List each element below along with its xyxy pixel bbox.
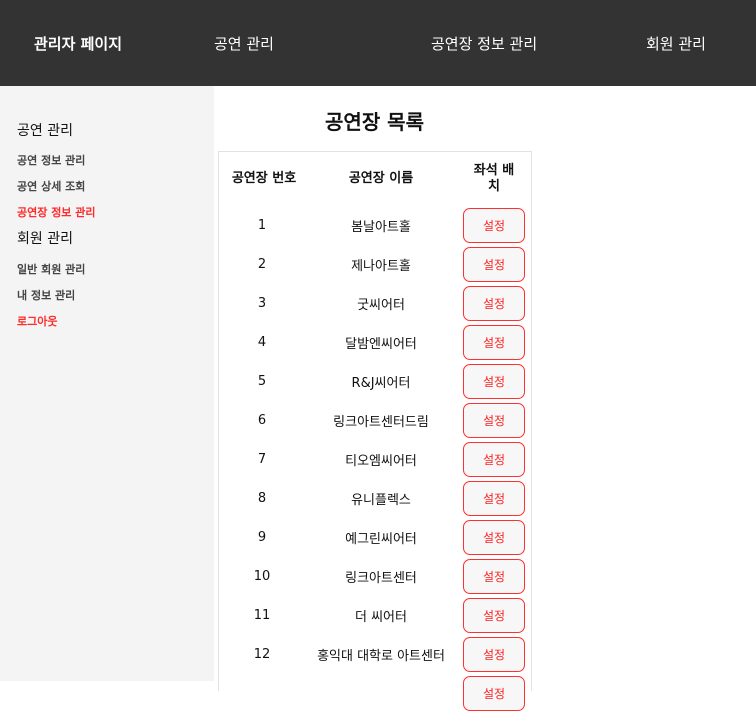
venue-name: 티오엠씨어터 (345, 454, 417, 469)
nav-venue[interactable]: 공연장 정보 관리 (431, 33, 537, 54)
venue-name: 유니플렉스 (351, 493, 411, 508)
venue-name: 예그린씨어터 (345, 532, 417, 547)
table-row: 6 링크아트센터드림 설정 (219, 401, 531, 440)
table-row: 7 티오엠씨어터 설정 (219, 440, 531, 479)
venue-name: 제나아트홀 (351, 259, 411, 274)
venue-number: 8 (257, 491, 267, 506)
sidebar: 공연 관리 공연 정보 관리 공연 상세 조회 공연장 정보 관리 회원 관리 … (0, 86, 214, 681)
sidebar-section-performance: 공연 관리 (17, 123, 73, 139)
venue-number: 5 (257, 374, 267, 389)
table-row: 11 더 씨어터 설정 (219, 596, 531, 635)
sidebar-item-performance-detail[interactable]: 공연 상세 조회 (17, 178, 85, 194)
venue-number: 7 (257, 452, 267, 467)
venue-name: 링크아트센터 (345, 571, 417, 586)
table-row: 8 유니플렉스 설정 (219, 479, 531, 518)
seat-setting-button[interactable]: 설정 (463, 481, 525, 516)
venue-number: 4 (257, 335, 267, 350)
sidebar-item-my-info[interactable]: 내 정보 관리 (17, 287, 75, 303)
seat-setting-button[interactable]: 설정 (463, 208, 525, 243)
seat-setting-button[interactable]: 설정 (463, 403, 525, 438)
sidebar-item-members[interactable]: 일반 회원 관리 (17, 261, 85, 277)
top-nav: 관리자 페이지 공연 관리 공연장 정보 관리 회원 관리 (0, 0, 756, 86)
venue-name: 달밤엔씨어터 (345, 337, 417, 352)
sidebar-section-member: 회원 관리 (17, 231, 73, 247)
venue-table: 공연장 번호 공연장 이름 좌석 배치 1 봄날아트홀 설정 2 제나아트홀 설정… (218, 151, 532, 711)
table-row: 10 링크아트센터 설정 (219, 557, 531, 596)
nav-performance[interactable]: 공연 관리 (214, 33, 274, 54)
sidebar-item-logout[interactable]: 로그아웃 (17, 313, 57, 329)
table-row: 12 홍익대 대학로 아트센터 설정 (219, 635, 531, 674)
sidebar-item-venue-info[interactable]: 공연장 정보 관리 (17, 204, 96, 220)
seat-setting-button[interactable]: 설정 (463, 442, 525, 477)
seat-setting-button[interactable]: 설정 (463, 364, 525, 399)
table-row: 5 R&J씨어터 설정 (219, 362, 531, 401)
table-row: 9 예그린씨어터 설정 (219, 518, 531, 557)
venue-number: 2 (257, 257, 267, 272)
venue-name: 굿씨어터 (357, 298, 405, 313)
table-row: 2 제나아트홀 설정 (219, 245, 531, 284)
seat-setting-button[interactable]: 설정 (463, 520, 525, 555)
venue-number: 12 (253, 647, 271, 662)
venue-name: 더 씨어터 (355, 610, 407, 625)
column-header-number: 공연장 번호 (231, 171, 297, 186)
venue-name: 봄날아트홀 (351, 220, 411, 235)
venue-name: R&J씨어터 (351, 376, 411, 391)
table-row: 설정 (219, 674, 531, 713)
table-row: 4 달밤엔씨어터 설정 (219, 323, 531, 362)
venue-name: 링크아트센터드림 (333, 415, 429, 430)
venue-number: 3 (257, 296, 267, 311)
sidebar-item-performance-info[interactable]: 공연 정보 관리 (17, 152, 85, 168)
column-header-name: 공연장 이름 (348, 171, 414, 186)
seat-setting-button[interactable]: 설정 (463, 637, 525, 672)
seat-setting-button[interactable]: 설정 (463, 325, 525, 360)
table-row: 3 굿씨어터 설정 (219, 284, 531, 323)
venue-number: 11 (253, 608, 271, 623)
venue-number: 6 (257, 413, 267, 428)
venue-number: 9 (257, 530, 267, 545)
brand-link[interactable]: 관리자 페이지 (34, 33, 122, 54)
seat-setting-button[interactable]: 설정 (463, 598, 525, 633)
seat-setting-button[interactable]: 설정 (463, 286, 525, 321)
seat-setting-button[interactable]: 설정 (463, 247, 525, 282)
seat-setting-button[interactable]: 설정 (463, 676, 525, 711)
table-row: 1 봄날아트홀 설정 (219, 206, 531, 245)
venue-name: 홍익대 대학로 아트센터 (317, 649, 445, 664)
column-header-seat: 좌석 배치 (473, 163, 515, 194)
seat-setting-button[interactable]: 설정 (463, 559, 525, 594)
page-title: 공연장 목록 (325, 110, 424, 134)
venue-number: 10 (253, 569, 271, 584)
nav-member[interactable]: 회원 관리 (646, 33, 706, 54)
venue-number: 1 (257, 218, 267, 233)
